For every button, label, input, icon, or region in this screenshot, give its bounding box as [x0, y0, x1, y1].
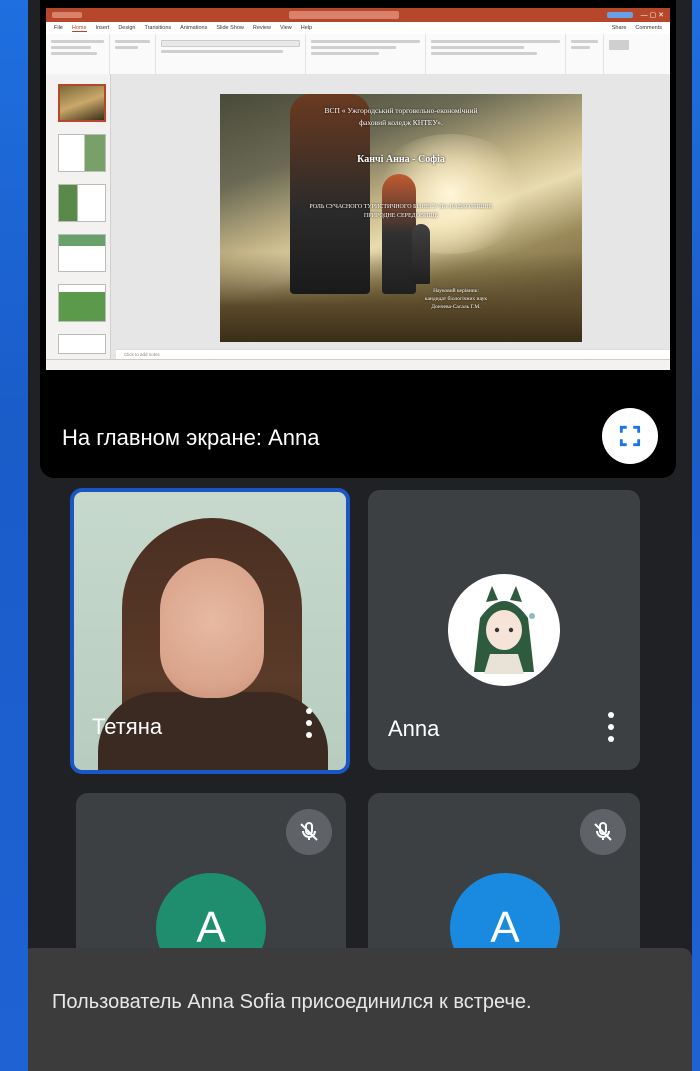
mic-off-icon	[580, 809, 626, 855]
more-options-icon[interactable]	[608, 712, 614, 742]
slide-author: Канчі Анна - Софіа	[357, 154, 445, 165]
slide-line-1: ВСП « Ужгородський торговельно-економічн…	[324, 106, 478, 115]
ppt-menu-slideshow: Slide Show	[216, 25, 244, 31]
slide-canvas: ВСП « Ужгородський торговельно-економічн…	[116, 74, 670, 360]
ppt-menu-bar: File Home Insert Design Transitions Anim…	[46, 22, 670, 34]
ppt-title-bar: — ▢ ✕	[46, 8, 670, 22]
avatar-initial: A	[196, 903, 226, 952]
join-notification-toast: Пользователь Anna Sofia присоединился к …	[28, 948, 692, 1071]
participant-name: Тетяна	[92, 714, 163, 739]
ppt-menu-transitions: Transitions	[144, 25, 172, 31]
ppt-menu-home: Home	[71, 24, 87, 32]
ppt-menu-animations: Animations	[180, 25, 208, 31]
slide-line-2: фаховий коледж КНТЕУ».	[359, 118, 443, 127]
avatar-initial: A	[490, 903, 520, 952]
slide-supervisor-3: Дончева-Сасаль Г.М.	[431, 304, 481, 310]
participant-name: Anna	[388, 716, 440, 741]
mic-off-icon	[286, 809, 332, 855]
ppt-search-box	[289, 11, 400, 19]
ppt-share: Share	[611, 25, 627, 31]
fullscreen-button[interactable]	[602, 408, 658, 464]
ppt-status-bar	[46, 359, 670, 370]
ppt-ribbon	[46, 34, 670, 75]
presentation-tile[interactable]: — ▢ ✕ File Home Insert Design Transition…	[40, 0, 676, 478]
slide-topic-2: ПРИРОДНЕ СЕРЕДОВИЩЕ	[363, 213, 439, 219]
anime-avatar-illustration	[474, 586, 535, 674]
ppt-menu-file: File	[54, 25, 63, 31]
slide-topic-1: РОЛЬ СУЧАСНОГО ТУРИСТИЧНОГО БІЗНЕСУ НА Н…	[309, 204, 493, 210]
participant-tile-anna[interactable]: Anna	[368, 490, 640, 770]
ppt-menu-design: Design	[118, 25, 136, 31]
presentation-label: На главном экране: Anna	[62, 425, 320, 450]
ppt-menu-help: Help	[300, 25, 313, 31]
ppt-menu-view: View	[279, 25, 292, 31]
slide-thumbnails	[46, 74, 111, 360]
ppt-menu-insert: Insert	[95, 25, 110, 31]
ppt-menu-review: Review	[252, 25, 271, 31]
slide-supervisor-2: кандидат біологічних наук	[424, 296, 488, 302]
fullscreen-icon	[619, 425, 641, 447]
ppt-comments: Comments	[635, 25, 662, 31]
current-slide: ВСП « Ужгородський торговельно-економічн…	[220, 94, 582, 342]
ppt-editor: ВСП « Ужгородський торговельно-економічн…	[46, 74, 670, 360]
participant-tile-tetiana[interactable]: Тетяна	[70, 488, 350, 774]
slide-supervisor-1: Науковий керівник:	[433, 288, 479, 294]
meet-screen: — ▢ ✕ File Home Insert Design Transition…	[28, 0, 692, 1071]
avatar	[448, 574, 560, 686]
shared-powerpoint-window: — ▢ ✕ File Home Insert Design Transition…	[46, 8, 670, 370]
more-options-icon[interactable]	[306, 708, 312, 738]
toast-message: Пользователь Anna Sofia присоединился к …	[52, 991, 532, 1013]
